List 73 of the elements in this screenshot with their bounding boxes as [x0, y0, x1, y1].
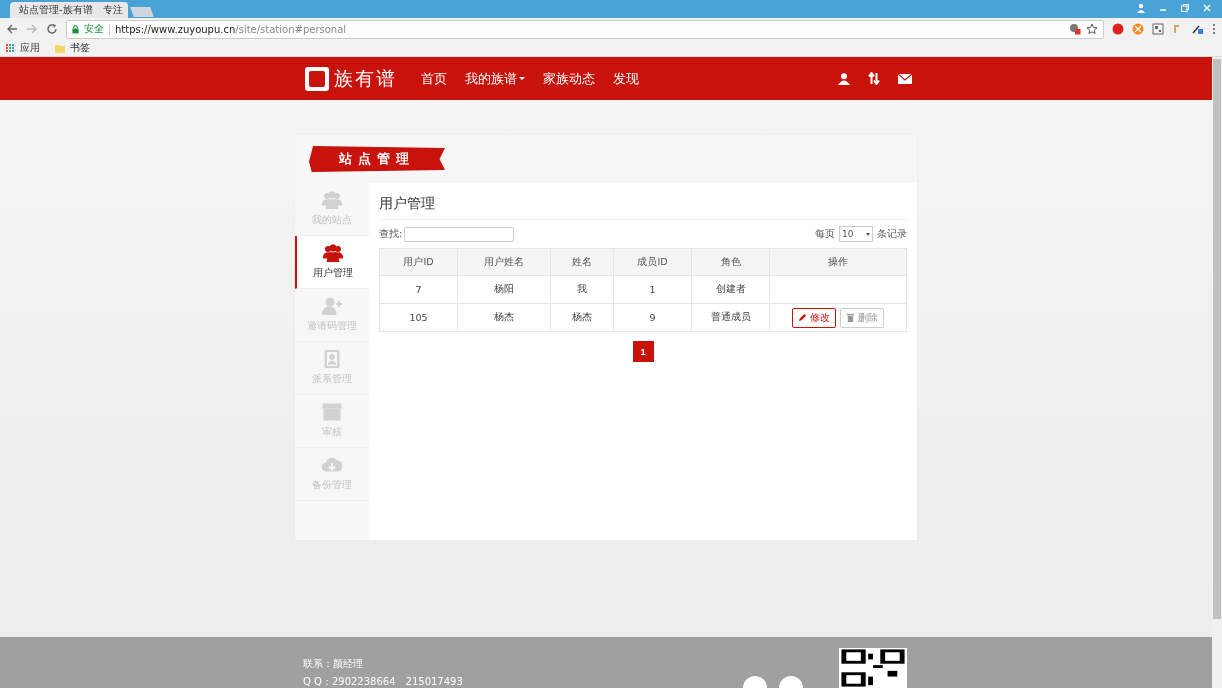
table-cell: 杨杰	[550, 303, 614, 332]
table-cell: 创建者	[691, 275, 770, 304]
add-user-icon	[322, 297, 342, 315]
table-cell: 我	[550, 275, 614, 304]
close-icon[interactable]	[1202, 3, 1212, 13]
group-icon	[322, 191, 342, 209]
forward-icon[interactable]	[26, 23, 38, 35]
pencil-icon	[798, 313, 807, 322]
column-header: 姓名	[550, 248, 614, 276]
nav-link[interactable]: 我的族谱	[465, 69, 525, 88]
nav-link[interactable]: 首页	[421, 69, 447, 88]
restore-icon[interactable]	[1180, 3, 1190, 13]
caret-icon	[519, 77, 525, 80]
menu-icon[interactable]	[1212, 23, 1216, 35]
reload-icon[interactable]	[46, 23, 58, 35]
panel-banner: 站点管理	[309, 146, 445, 172]
sidebar-item[interactable]: 用户管理	[295, 236, 369, 289]
seal-logo-icon	[305, 66, 329, 91]
page-size-select[interactable]: 10	[839, 226, 873, 242]
url-text: https://www.zuyoupu.cn/site/station#personal	[115, 23, 347, 35]
eyedropper-icon[interactable]	[1192, 23, 1204, 35]
security-label: 安全	[84, 22, 104, 36]
edit-button[interactable]: 修改	[792, 307, 836, 328]
lock-icon	[72, 24, 79, 34]
sort-arrows-icon[interactable]	[868, 72, 880, 85]
page-size-label: 每页	[815, 227, 835, 241]
column-header: 角色	[691, 248, 770, 276]
table-cell: 杨阳	[457, 275, 551, 304]
folder-icon	[55, 43, 65, 53]
dropdown-arrow-icon	[866, 232, 870, 236]
browser-tab[interactable]: 站点管理-族有谱 专注	[10, 2, 128, 18]
table-cell: 105	[379, 303, 458, 332]
address-field[interactable]: 安全 https://www.zuyoupu.cn/site/station#personal	[66, 19, 1104, 39]
back-icon[interactable]	[6, 23, 18, 35]
archive-box-icon	[322, 403, 342, 421]
column-header: 用户姓名	[457, 248, 551, 276]
cloud-download-icon	[322, 456, 342, 474]
qr-code-icon[interactable]	[1152, 23, 1164, 35]
search-label: 查找:	[379, 227, 403, 241]
contact-book-icon	[322, 350, 342, 368]
page-size-suffix: 条记录	[877, 227, 907, 241]
column-header: 成员ID	[613, 248, 692, 276]
qq-text: Q Q：2902238664 215017493	[303, 675, 463, 688]
user-icon[interactable]	[1136, 3, 1146, 13]
scrollbar[interactable]	[1212, 57, 1222, 688]
qr-code-icon	[839, 648, 907, 688]
table-cell: 7	[379, 275, 458, 304]
new-tab-button[interactable]	[130, 7, 154, 17]
page-button[interactable]: 1	[632, 341, 654, 362]
delete-button[interactable]: 删除	[840, 307, 884, 328]
trash-icon	[846, 313, 855, 322]
star-icon[interactable]	[1086, 23, 1098, 35]
table-cell: 杨杰	[457, 303, 551, 332]
bookmark-link[interactable]: 应用	[20, 41, 40, 55]
column-header: 操作	[769, 248, 907, 276]
table-cell: 9	[613, 303, 692, 332]
group-icon	[323, 244, 343, 262]
search-field[interactable]	[404, 226, 515, 242]
section-title: 用户管理	[379, 191, 907, 220]
nav-link[interactable]: 发现	[613, 69, 639, 88]
user-icon[interactable]	[838, 72, 850, 85]
nav-link[interactable]: 家族动态	[543, 69, 595, 88]
site-logo-text[interactable]: 族有谱	[334, 65, 397, 92]
translate-icon[interactable]	[1069, 23, 1081, 35]
table-cell: 1	[613, 275, 692, 304]
table-cell: 普通成员	[691, 303, 770, 332]
bookmark-link[interactable]: 书签	[70, 41, 90, 55]
mail-icon[interactable]	[898, 73, 912, 84]
contact-text: 联系：颜经理	[303, 657, 364, 671]
apps-grid-icon	[6, 43, 15, 53]
stop-sign-icon[interactable]	[1112, 23, 1124, 35]
extension-icon[interactable]	[1132, 23, 1144, 35]
column-header: 用户ID	[379, 248, 458, 276]
